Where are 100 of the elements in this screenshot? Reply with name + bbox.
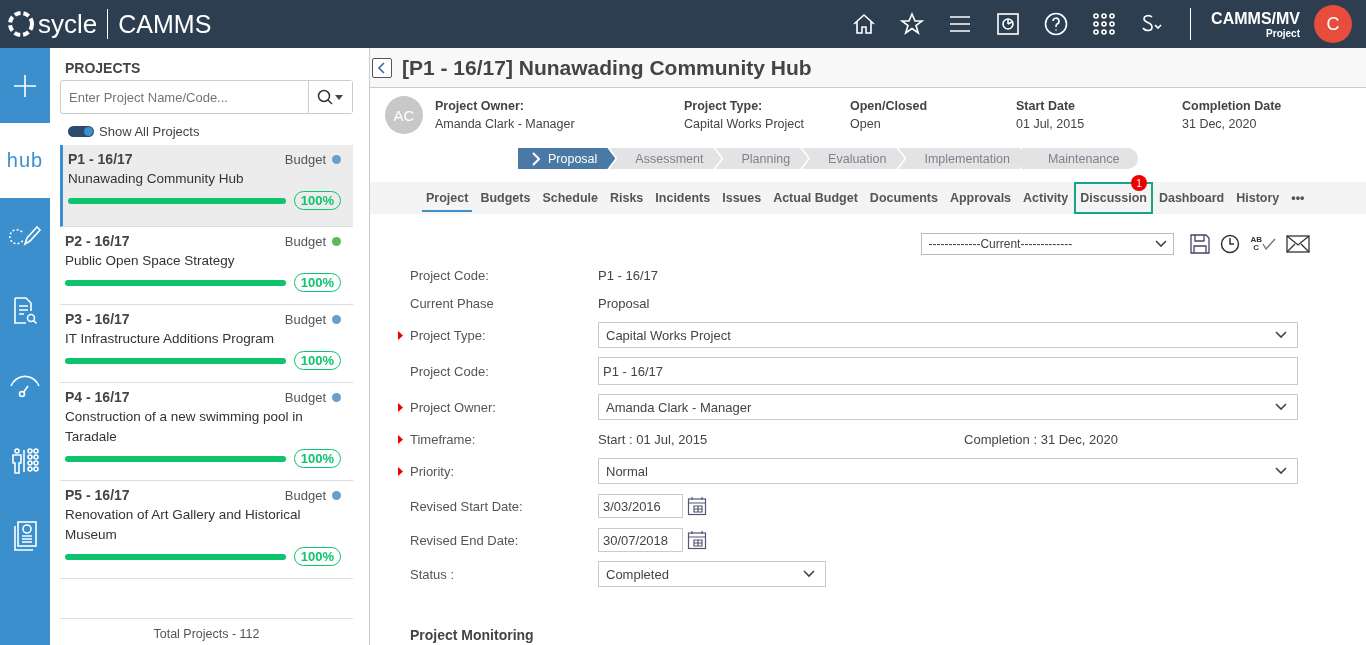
date-field[interactable]: 3/03/2016 <box>598 494 683 518</box>
hub-link[interactable]: hub <box>6 149 44 172</box>
tab[interactable]: Issues <box>716 182 768 214</box>
field-value: Proposal <box>598 295 651 311</box>
field-label: Project Code: <box>410 267 490 283</box>
select-field[interactable]: Normal <box>598 458 1298 484</box>
select-field[interactable]: Capital Works Project <box>598 322 1298 348</box>
tab[interactable]: History <box>1230 182 1286 214</box>
logo-text: sycle <box>38 8 98 40</box>
summary-value: Open <box>850 117 882 131</box>
project-search-field[interactable]: Enter Project Name/Code... <box>60 80 353 114</box>
date-field[interactable]: 30/07/2018 <box>598 528 683 552</box>
select-field[interactable]: Amanda Clark - Manager <box>598 394 1298 420</box>
user-avatar[interactable]: C <box>1314 5 1352 43</box>
field-label: Timeframe: <box>410 431 477 447</box>
project-name: IT Infrastructure Additions Program <box>65 330 276 348</box>
show-all-toggle[interactable] <box>68 126 94 137</box>
home-icon[interactable] <box>852 12 877 36</box>
rail-item-selected[interactable]: hub <box>0 123 50 198</box>
search-caret-icon <box>316 89 345 105</box>
phase-step: Assessment <box>609 148 722 169</box>
budget-label: Budget <box>284 487 326 503</box>
project-list-item[interactable]: P4 - 16/17 Budget Construction of a new swimming pool in Taradale 100% <box>60 383 353 481</box>
timeframe-end: Completion : 31 Dec, 2020 <box>964 431 1118 447</box>
project-list-item[interactable]: P1 - 16/17 Budget Nunawading Community Hub 100% <box>60 145 353 227</box>
field-label: Status : <box>410 566 456 582</box>
project-code: P2 - 16/17 <box>65 233 131 249</box>
budget-label: Budget <box>284 151 326 167</box>
section-heading: Project Monitoring <box>410 627 535 643</box>
chevron-left-icon <box>378 61 386 74</box>
phase-step: Evaluation <box>802 148 905 169</box>
chevron-right-icon <box>532 151 540 166</box>
summary-value: 31 Dec, 2020 <box>1182 117 1258 131</box>
calendar-icon[interactable] <box>687 496 707 516</box>
search-dropdown-button[interactable] <box>308 81 352 113</box>
help-icon[interactable] <box>1044 12 1069 36</box>
apps-grid-icon[interactable] <box>1092 12 1117 36</box>
field-value: P1 - 16/17 <box>598 267 659 283</box>
summary-value: 01 Jul, 2015 <box>1016 117 1086 131</box>
chevron-down-icon <box>1275 467 1287 475</box>
project-code: P1 - 16/17 <box>68 151 134 167</box>
notification-badge: 1 <box>1130 175 1147 191</box>
project-code: P5 - 16/17 <box>65 487 131 503</box>
refresh-pencil-icon[interactable] <box>8 223 42 248</box>
star-icon[interactable] <box>900 12 925 36</box>
calendar-icon[interactable] <box>687 530 707 550</box>
chevron-down-icon <box>1275 331 1287 339</box>
input-field[interactable]: P1 - 16/17 <box>598 357 1298 385</box>
project-list-item[interactable]: P2 - 16/17 Budget Public Open Space Strategy 100% <box>60 227 353 305</box>
tab[interactable]: Project <box>420 182 475 214</box>
person-list-icon[interactable] <box>11 446 39 475</box>
field-label: Revised End Date: <box>410 532 520 548</box>
budget-label: Budget <box>284 311 326 327</box>
clock-icon[interactable] <box>1220 234 1241 254</box>
plus-icon[interactable] <box>13 73 37 98</box>
summary-label: Project Owner: <box>435 99 525 113</box>
summary-label: Start Date <box>1016 99 1077 113</box>
version-select[interactable]: -------------Current------------- <box>921 233 1175 255</box>
spellcheck-button[interactable]: AB C <box>1250 236 1276 252</box>
chevron-down-icon <box>1155 240 1168 248</box>
field-label: Current Phase <box>410 295 495 311</box>
budget-label: Budget <box>284 233 326 249</box>
user-role: Project <box>1266 27 1300 39</box>
total-projects: Total Projects - 112 <box>153 627 260 641</box>
project-code: P4 - 16/17 <box>65 389 131 405</box>
report-document-icon[interactable] <box>13 520 37 551</box>
save-icon[interactable] <box>1190 234 1211 254</box>
checkmark-icon <box>1262 238 1276 250</box>
tab[interactable]: ••• <box>1285 182 1311 214</box>
project-list-item[interactable]: P5 - 16/17 Budget Renovation of Art Gallery and Historical Museum 100% <box>60 481 353 579</box>
phase-step: Maintenance <box>1021 148 1138 169</box>
phase-step: Proposal <box>518 148 616 169</box>
mail-icon[interactable] <box>1286 235 1310 253</box>
tab[interactable]: Activity <box>1017 182 1075 214</box>
field-label: Project Type: <box>410 327 487 343</box>
tab[interactable]: Budgets <box>474 182 537 214</box>
project-list-item[interactable]: P3 - 16/17 Budget IT Infrastructure Additions Program 100% <box>60 305 353 383</box>
project-name: Construction of a new swimming pool in Taradale <box>65 408 304 446</box>
tab[interactable]: Schedule <box>536 182 604 214</box>
project-name: Renovation of Art Gallery and Historical Museum <box>65 506 302 544</box>
tab[interactable]: Documents <box>863 182 944 214</box>
search-input[interactable]: Enter Project Name/Code... <box>61 81 308 113</box>
select-field[interactable]: Completed <box>598 561 826 587</box>
field-label: Project Owner: <box>410 399 497 415</box>
document-search-icon[interactable] <box>12 296 38 325</box>
tab[interactable]: Risks <box>603 182 650 214</box>
summary-label: Completion Date <box>1182 99 1283 113</box>
summary-value: Amanda Clark - Manager <box>435 117 576 131</box>
tab[interactable]: Actual Budget <box>767 182 864 214</box>
back-button[interactable] <box>372 57 392 78</box>
report-icon[interactable] <box>996 12 1021 36</box>
summary-label: Project Type: <box>684 99 764 113</box>
project-name: Public Open Space Strategy <box>65 252 236 270</box>
field-label: Project Code: <box>410 363 490 379</box>
tab[interactable]: Incidents <box>649 182 717 214</box>
tab[interactable]: Approvals <box>943 182 1018 214</box>
gauge-icon[interactable] <box>9 373 41 398</box>
tab[interactable]: Dashboard <box>1152 182 1231 214</box>
chevron-down-icon <box>803 570 815 578</box>
project-name: Nunawading Community Hub <box>68 170 245 188</box>
